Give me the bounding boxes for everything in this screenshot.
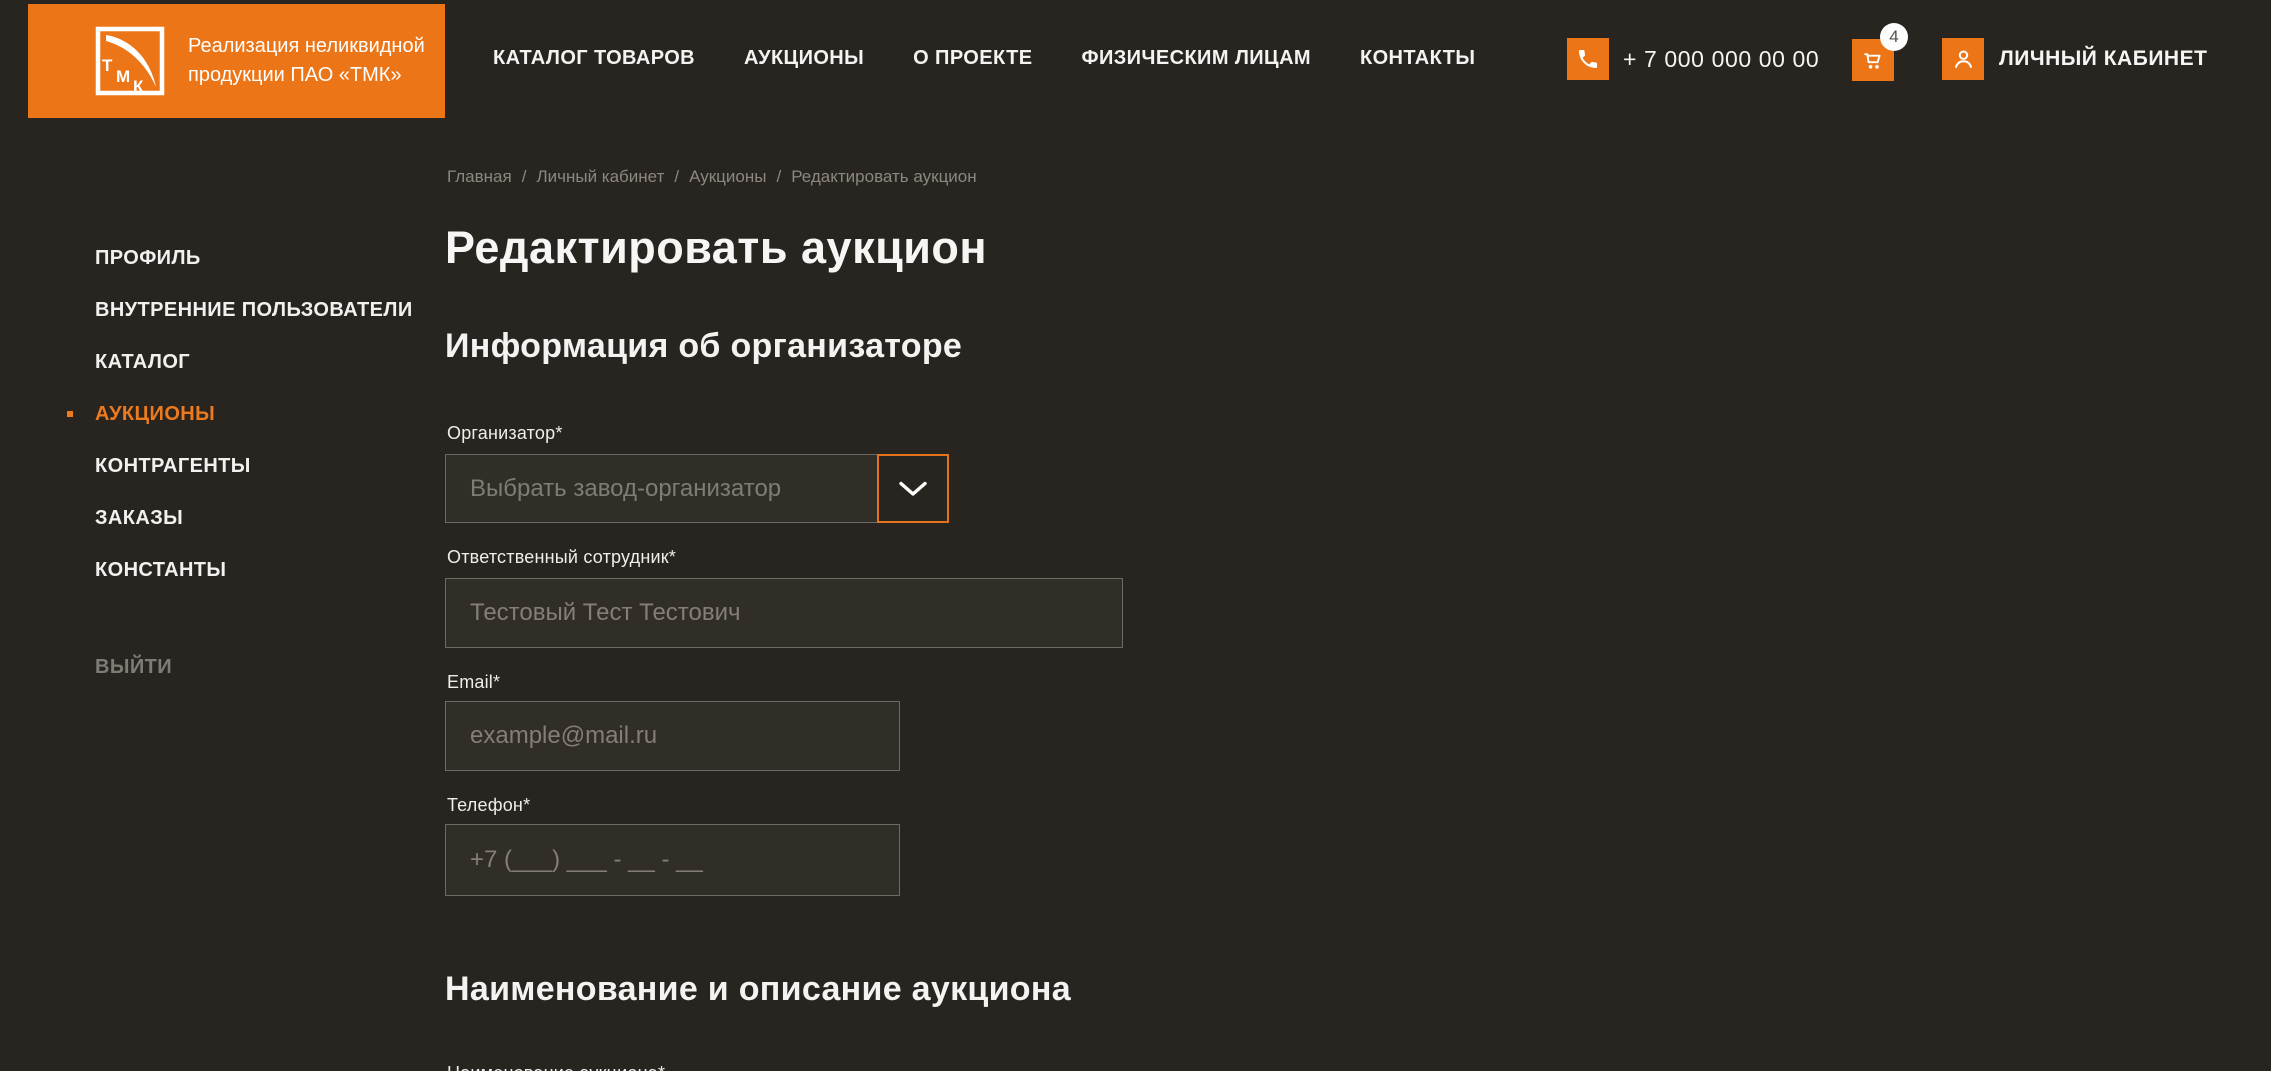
breadcrumb-separator: / bbox=[674, 167, 680, 186]
email-input[interactable] bbox=[445, 701, 900, 771]
nav-item-individuals[interactable]: ФИЗИЧЕСКИМ ЛИЦАМ bbox=[1081, 47, 1311, 70]
sidebar: ПРОФИЛЬ ВНУТРЕННИЕ ПОЛЬЗОВАТЕЛИ КАТАЛОГ … bbox=[67, 232, 413, 693]
breadcrumb-auctions[interactable]: Аукционы bbox=[689, 167, 766, 187]
phone-icon bbox=[1567, 38, 1609, 80]
sidebar-item-catalog[interactable]: КАТАЛОГ bbox=[95, 336, 413, 388]
active-item-bullet-icon bbox=[67, 411, 73, 417]
account-label: ЛИЧНЫЙ КАБИНЕТ bbox=[1999, 47, 2208, 70]
svg-text:М: М bbox=[116, 67, 130, 86]
nav-item-contacts[interactable]: КОНТАКТЫ bbox=[1360, 47, 1475, 70]
sidebar-item-constants[interactable]: КОНСТАНТЫ bbox=[95, 544, 413, 596]
cart-badge: 4 bbox=[1880, 23, 1908, 51]
account-button[interactable]: ЛИЧНЫЙ КАБИНЕТ bbox=[1942, 38, 2207, 80]
tmk-logo-icon: Т М К bbox=[95, 26, 165, 96]
svg-text:Т: Т bbox=[102, 56, 113, 75]
logo-tagline-line2: продукции ПАО «ТМК» bbox=[188, 64, 402, 86]
cart-button[interactable]: 4 bbox=[1852, 23, 1908, 81]
phone-input[interactable] bbox=[445, 824, 900, 896]
logo-tagline-line1: Реализация неликвидной bbox=[188, 35, 425, 57]
organizer-section-heading: Информация об организаторе bbox=[445, 327, 963, 365]
sidebar-item-orders[interactable]: ЗАКАЗЫ bbox=[95, 492, 413, 544]
sidebar-item-label: АУКЦИОНЫ bbox=[95, 402, 216, 425]
logo-tagline: Реализация неликвидной продукции ПАО «ТМ… bbox=[188, 32, 425, 90]
phone-label: Телефон* bbox=[447, 795, 531, 815]
breadcrumb-current: Редактировать аукцион bbox=[791, 167, 977, 186]
sidebar-item-profile[interactable]: ПРОФИЛЬ bbox=[95, 232, 413, 284]
sidebar-item-auctions[interactable]: АУКЦИОНЫ bbox=[67, 388, 413, 440]
breadcrumb-account[interactable]: Личный кабинет bbox=[536, 167, 664, 187]
svg-text:К: К bbox=[133, 77, 144, 96]
breadcrumb-separator: / bbox=[521, 167, 527, 186]
chevron-down-icon bbox=[899, 481, 927, 496]
logo[interactable]: Т М К Реализация неликвидной продукции П… bbox=[28, 4, 445, 118]
sidebar-item-counterparties[interactable]: КОНТРАГЕНТЫ bbox=[95, 440, 413, 492]
organizer-label: Организатор* bbox=[447, 423, 563, 443]
sidebar-item-internal-users[interactable]: ВНУТРЕННИЕ ПОЛЬЗОВАТЕЛИ bbox=[95, 284, 413, 336]
phone-number-link[interactable]: + 7 000 000 00 00 bbox=[1623, 46, 1819, 73]
name-section-heading: Наименование и описание аукциона bbox=[445, 970, 1071, 1008]
logout-button[interactable]: ВЫЙТИ bbox=[95, 641, 413, 693]
page: Т М К Реализация неликвидной продукции П… bbox=[0, 0, 2271, 1071]
nav-item-auctions[interactable]: АУКЦИОНЫ bbox=[744, 47, 864, 70]
breadcrumb-separator: / bbox=[776, 167, 782, 186]
main-nav: КАТАЛОГ ТОВАРОВ АУКЦИОНЫ О ПРОЕКТЕ ФИЗИЧ… bbox=[493, 0, 1475, 117]
auction-name-label: Наименование аукциона* bbox=[447, 1063, 665, 1071]
nav-item-about[interactable]: О ПРОЕКТЕ bbox=[913, 47, 1032, 70]
header-phone: + 7 000 000 00 00 bbox=[1567, 38, 1819, 80]
organizer-select-dropdown-button[interactable] bbox=[877, 454, 949, 523]
user-icon bbox=[1942, 38, 1984, 80]
organizer-select-row: Выбрать завод-организатор bbox=[445, 454, 949, 523]
responsible-employee-label: Ответственный сотрудник* bbox=[447, 547, 677, 567]
breadcrumb-home[interactable]: Главная bbox=[447, 167, 512, 187]
email-label: Email* bbox=[447, 672, 501, 692]
responsible-employee-input[interactable] bbox=[445, 578, 1123, 648]
page-title: Редактировать аукцион bbox=[445, 222, 988, 273]
nav-item-catalog[interactable]: КАТАЛОГ ТОВАРОВ bbox=[493, 47, 695, 70]
breadcrumb: Главная / Личный кабинет / Аукционы / Ре… bbox=[447, 167, 977, 187]
organizer-select[interactable]: Выбрать завод-организатор bbox=[445, 454, 878, 523]
